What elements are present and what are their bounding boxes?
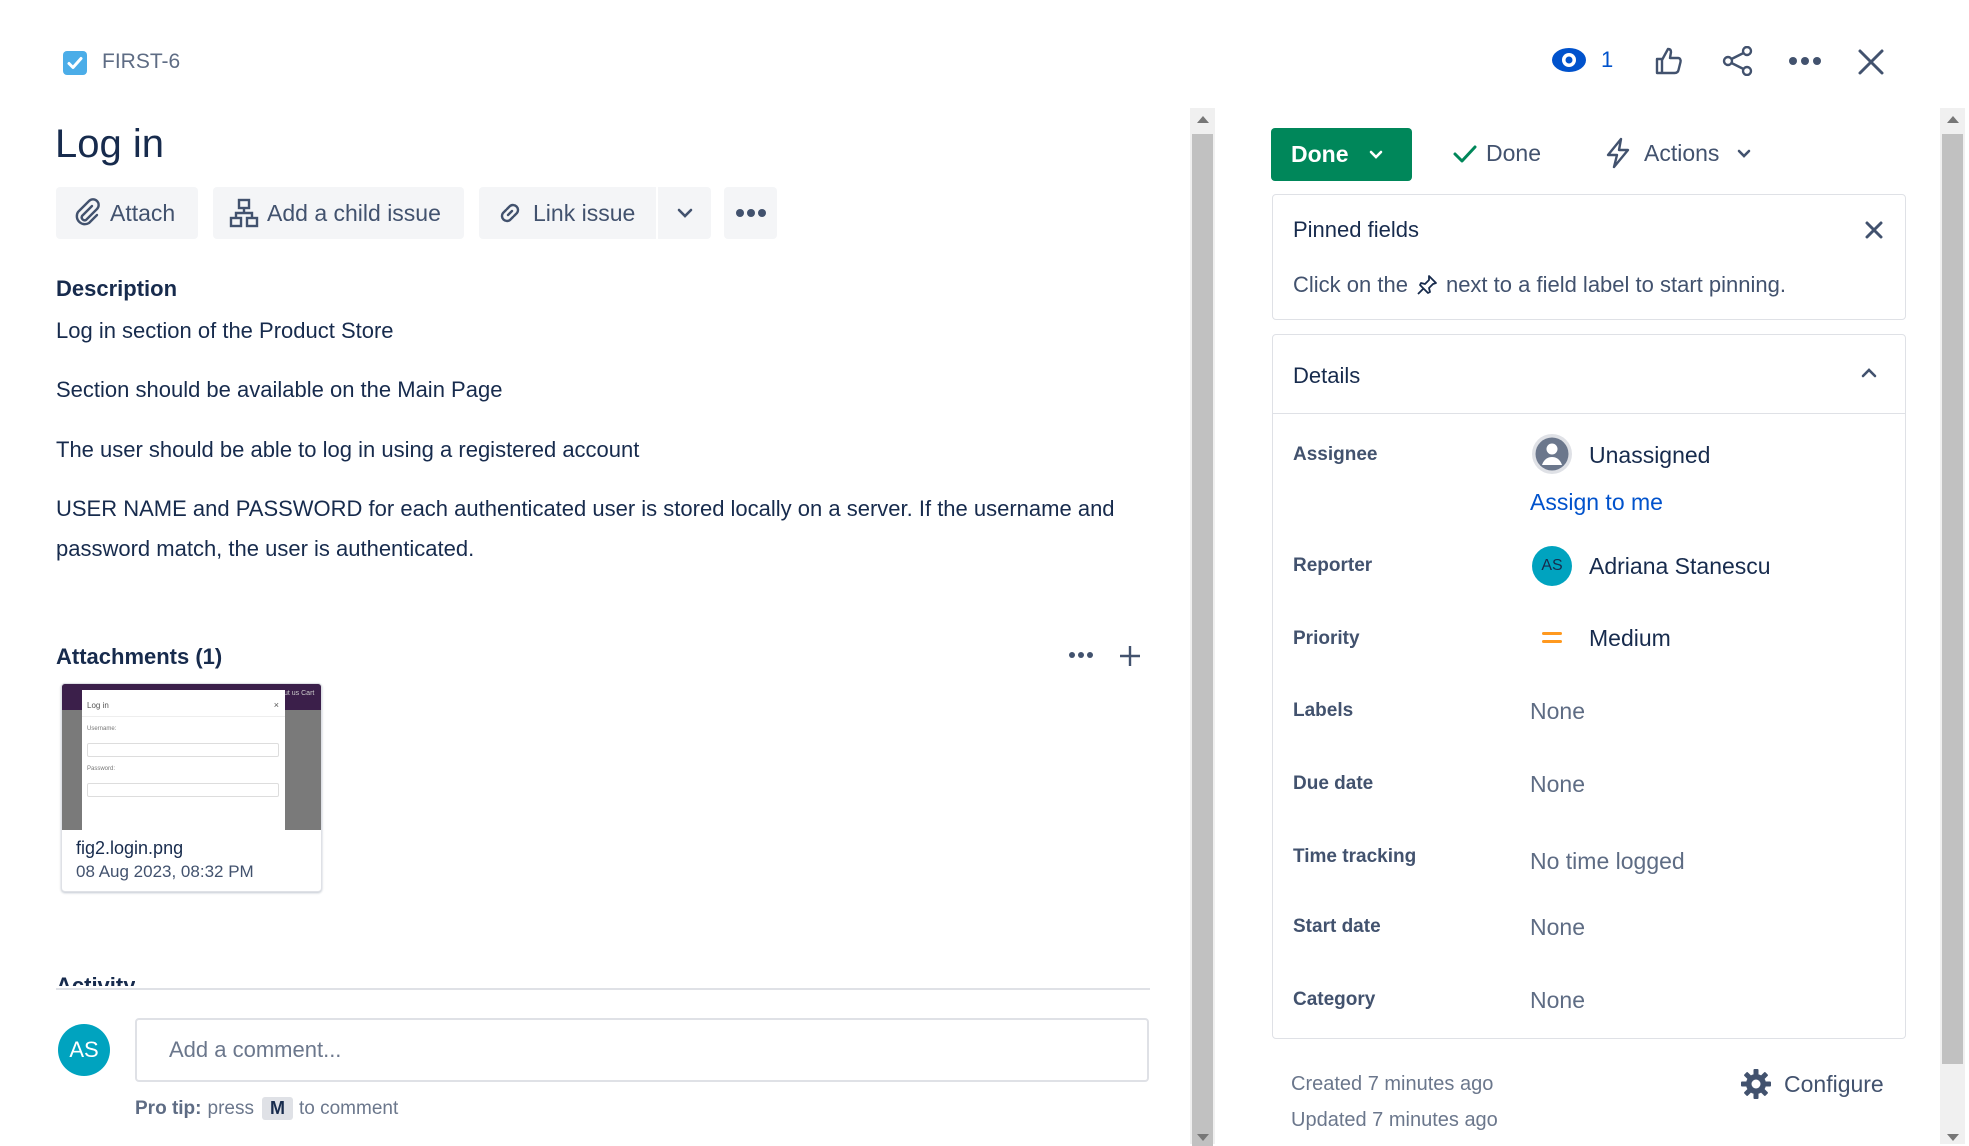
- lightning-icon: [1604, 137, 1632, 169]
- assignee-value[interactable]: Unassigned: [1589, 442, 1710, 469]
- gear-icon: [1740, 1068, 1772, 1100]
- description-paragraph: password match, the user is authenticate…: [56, 536, 475, 561]
- checkmark-icon: [1452, 143, 1478, 165]
- resolution-label: Done: [1486, 140, 1541, 166]
- thumbnail-dialog-title: Log in: [87, 701, 109, 710]
- scrollbar-thumb[interactable]: [1192, 134, 1213, 1146]
- category-value[interactable]: None: [1530, 987, 1585, 1014]
- actions-label: Actions: [1644, 139, 1720, 166]
- description-body[interactable]: Log in section of the Product Store Sect…: [56, 0, 1156, 600]
- reporter-avatar[interactable]: AS: [1532, 546, 1572, 586]
- description-paragraph: Section should be available on the Main …: [56, 377, 503, 402]
- description-paragraph: USER NAME and PASSWORD for each authenti…: [56, 496, 1115, 521]
- pro-tip-key: M: [261, 1097, 293, 1120]
- close-button[interactable]: [1857, 48, 1885, 76]
- pin-icon: [1416, 274, 1438, 296]
- category-label: Category: [1293, 989, 1376, 1010]
- reporter-value[interactable]: Adriana Stanescu: [1589, 553, 1771, 580]
- description-paragraph: Log in section of the Product Store: [56, 318, 394, 343]
- pinned-hint-before: Click on the: [1293, 272, 1408, 297]
- assign-to-me-link[interactable]: Assign to me: [1530, 489, 1663, 516]
- avatar: AS: [58, 1024, 110, 1076]
- assignee-label: Assignee: [1293, 444, 1378, 465]
- pro-tip-press: press: [207, 1097, 254, 1119]
- comment-placeholder: Add a comment...: [169, 1037, 342, 1062]
- attachment-filename: fig2.login.png: [76, 838, 184, 858]
- details-heading: Details: [1293, 363, 1361, 388]
- priority-label: Priority: [1293, 628, 1360, 649]
- pinned-hint: Click on the next to a field label to st…: [1293, 272, 1786, 298]
- pro-tip-bold: Pro tip:: [135, 1097, 202, 1119]
- scroll-down-arrow[interactable]: [1197, 1134, 1209, 1141]
- scroll-up-arrow[interactable]: [1947, 116, 1959, 123]
- watch-button[interactable]: 1: [1551, 46, 1613, 74]
- actions-button[interactable]: Actions: [1604, 137, 1751, 169]
- priority-value[interactable]: Medium: [1589, 625, 1671, 652]
- configure-button[interactable]: Configure: [1740, 1068, 1884, 1100]
- more-actions-button[interactable]: [1788, 56, 1822, 66]
- comment-input[interactable]: Add a comment...: [135, 1018, 1149, 1082]
- thumbnail-password-label: Password:: [87, 766, 116, 772]
- chevron-down-icon: [1737, 149, 1751, 158]
- attachments-heading: Attachments (1): [56, 644, 223, 669]
- assignee-avatar[interactable]: [1531, 433, 1573, 475]
- thumbnail-username-label: Username:: [87, 726, 117, 732]
- chevron-up-icon: [1861, 368, 1877, 378]
- avatar-initials: AS: [69, 1037, 99, 1062]
- details-header[interactable]: Details: [1273, 335, 1905, 414]
- pinned-fields-panel: Pinned fields Click on the next to a fie…: [1272, 194, 1906, 320]
- updated-timestamp: Updated 7 minutes ago: [1291, 1109, 1498, 1131]
- activity-heading: Activity: [56, 973, 136, 986]
- thumbnail-header-text: ut us Cart: [284, 690, 315, 697]
- created-timestamp: Created 7 minutes ago: [1291, 1073, 1494, 1095]
- pro-tip-suffix: to comment: [298, 1097, 399, 1119]
- attachments-more-button[interactable]: [1069, 651, 1093, 659]
- pinned-close-button[interactable]: [1865, 221, 1883, 239]
- attachment-card[interactable]: ut us Cart Log in × Username: Password: …: [61, 683, 322, 892]
- time-tracking-label: Time tracking: [1293, 846, 1417, 867]
- watch-count: 1: [1601, 47, 1614, 72]
- eye-icon: [1551, 46, 1587, 74]
- scroll-down-arrow[interactable]: [1947, 1134, 1959, 1141]
- status-label: Done: [1291, 141, 1349, 167]
- attachment-date: 08 Aug 2023, 08:32 PM: [76, 862, 254, 881]
- status-button[interactable]: Done: [1271, 128, 1412, 181]
- configure-label: Configure: [1784, 1070, 1884, 1097]
- reporter-initials: AS: [1541, 557, 1563, 574]
- close-icon: [1857, 48, 1885, 76]
- due-date-label: Due date: [1293, 773, 1374, 794]
- plus-icon: [1119, 645, 1141, 667]
- pinned-fields-heading: Pinned fields: [1293, 217, 1419, 242]
- unassigned-user-icon: [1531, 433, 1573, 475]
- chevron-down-icon: [1369, 150, 1383, 159]
- reporter-label: Reporter: [1293, 555, 1373, 576]
- time-tracking-value[interactable]: No time logged: [1530, 848, 1685, 875]
- add-attachment-button[interactable]: [1119, 645, 1141, 667]
- resolution: Done: [1452, 140, 1541, 167]
- share-button[interactable]: [1722, 46, 1754, 76]
- activity-divider: [56, 988, 1150, 990]
- share-icon: [1722, 46, 1754, 76]
- scroll-up-arrow[interactable]: [1197, 116, 1209, 123]
- thumbs-up-icon: [1654, 46, 1684, 76]
- due-date-value[interactable]: None: [1530, 771, 1585, 798]
- pro-tip: Pro tip: press M to comment: [135, 1097, 398, 1120]
- labels-value[interactable]: None: [1530, 698, 1585, 725]
- labels-label: Labels: [1293, 700, 1354, 721]
- like-button[interactable]: [1654, 46, 1684, 76]
- left-scrollbar[interactable]: [1190, 108, 1215, 1146]
- close-icon: [1865, 221, 1883, 239]
- more-icon: [1788, 56, 1822, 66]
- pinned-hint-after: next to a field label to start pinning.: [1445, 272, 1786, 297]
- start-date-value[interactable]: None: [1530, 914, 1585, 941]
- scrollbar-thumb[interactable]: [1942, 134, 1963, 1064]
- description-paragraph: The user should be able to log in using …: [56, 437, 640, 462]
- start-date-label: Start date: [1293, 916, 1381, 937]
- priority-medium-icon: [1542, 630, 1562, 651]
- more-icon: [1069, 651, 1093, 659]
- attachment-thumbnail: ut us Cart Log in × Username: Password:: [62, 684, 321, 830]
- right-scrollbar[interactable]: [1940, 108, 1965, 1144]
